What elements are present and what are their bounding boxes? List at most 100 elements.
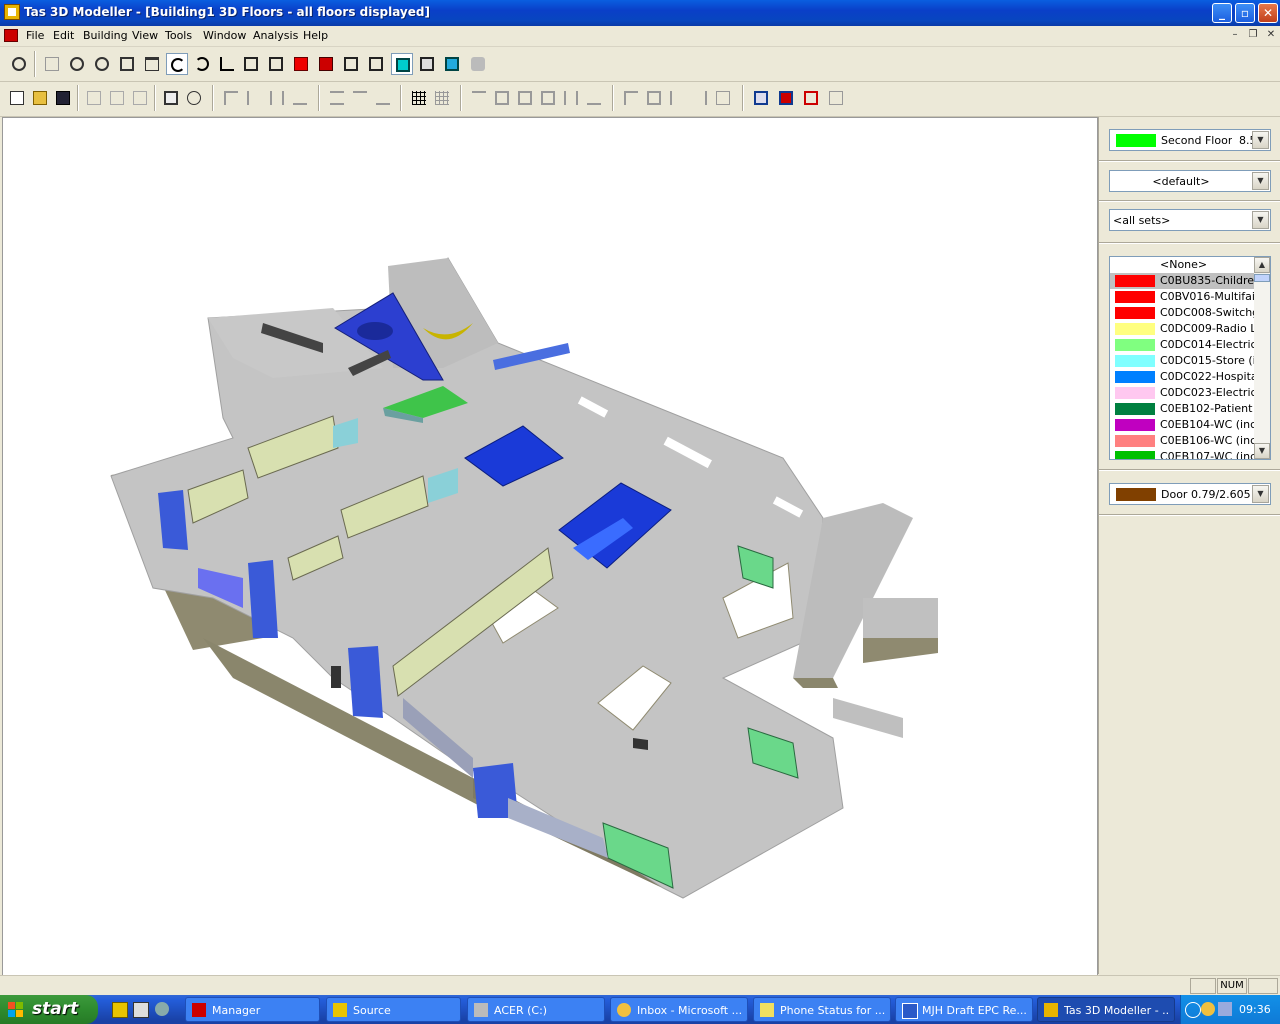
align-icon[interactable]: [326, 87, 348, 109]
menu-window[interactable]: Window: [203, 29, 246, 42]
box-outline-icon[interactable]: [265, 53, 287, 75]
rotate-icon[interactable]: [166, 53, 188, 75]
chevron-left-icon[interactable]: [1185, 1002, 1201, 1018]
quicklaunch-desktop-icon[interactable]: [133, 1002, 149, 1018]
sets-combo[interactable]: <all sets> ▼: [1109, 209, 1271, 231]
box-view-icon[interactable]: [240, 53, 262, 75]
list-item[interactable]: C0DC015-Store (incl: [1110, 353, 1254, 369]
copy-icon[interactable]: [106, 87, 128, 109]
list-item[interactable]: C0BV016-Multifaith: [1110, 289, 1254, 305]
select-box-icon[interactable]: [643, 87, 665, 109]
snap-grid-icon[interactable]: [431, 87, 453, 109]
quicklaunch-gear-icon[interactable]: [155, 1002, 169, 1016]
building-element-icon[interactable]: [775, 87, 797, 109]
list-item[interactable]: C0DC014-Electrical: [1110, 337, 1254, 353]
render-icon[interactable]: [467, 53, 489, 75]
list-item[interactable]: C0DC022-Hospital: [1110, 369, 1254, 385]
mdi-close-button[interactable]: ✕: [1264, 29, 1278, 42]
list-item[interactable]: C0EB104-WC (incl.: [1110, 417, 1254, 433]
open-folder-icon[interactable]: [29, 87, 51, 109]
print-icon[interactable]: [160, 87, 182, 109]
zoom-out-icon[interactable]: [91, 53, 113, 75]
menu-building[interactable]: Building: [83, 29, 128, 42]
delete-element-icon[interactable]: [800, 87, 822, 109]
select-zone-icon[interactable]: [620, 87, 642, 109]
chevron-down-icon[interactable]: ▼: [1252, 172, 1269, 190]
list-item[interactable]: C0EB106-WC (incl.: [1110, 433, 1254, 449]
select-mirror-icon[interactable]: [689, 87, 711, 109]
list-item[interactable]: C0EB107-WC (incl.: [1110, 449, 1254, 459]
list-item[interactable]: C0DC008-Switchgear: [1110, 305, 1254, 321]
paste-icon[interactable]: [129, 87, 151, 109]
select-arrow-icon[interactable]: [666, 87, 688, 109]
3d-viewport[interactable]: [2, 117, 1098, 976]
offset-icon[interactable]: [372, 87, 394, 109]
title-bar[interactable]: Tas 3D Modeller - [Building1 3D Floors -…: [0, 0, 1280, 26]
maximize-button[interactable]: ▫: [1235, 3, 1255, 23]
dwg-import-icon[interactable]: [825, 87, 847, 109]
default-combo[interactable]: <default> ▼: [1109, 170, 1271, 192]
pan-icon[interactable]: [141, 53, 163, 75]
draw-line-icon[interactable]: [243, 87, 265, 109]
grey-box-icon[interactable]: [416, 53, 438, 75]
scroll-thumb[interactable]: [1254, 274, 1270, 282]
save-icon[interactable]: [52, 87, 74, 109]
span-icon[interactable]: [560, 87, 582, 109]
zone-list[interactable]: <None> C0BU835-Children's C0BV016-Multif…: [1109, 256, 1271, 460]
cyan-box-icon[interactable]: [441, 53, 463, 75]
task-tas-3d-modeller[interactable]: Tas 3D Modeller - ...: [1037, 997, 1175, 1022]
zoom-in-icon[interactable]: [66, 53, 88, 75]
select-all-icon[interactable]: [712, 87, 734, 109]
window-view-icon[interactable]: [750, 87, 772, 109]
measure-icon[interactable]: [289, 87, 311, 109]
task-inbox[interactable]: Inbox - Microsoft ...: [610, 997, 748, 1022]
hidden-line-icon[interactable]: [365, 53, 387, 75]
horizontal-icon[interactable]: [468, 87, 490, 109]
grid-icon[interactable]: [408, 87, 430, 109]
cut-icon[interactable]: [83, 87, 105, 109]
list-item[interactable]: C0DC023-Electric Sw: [1110, 385, 1254, 401]
quicklaunch-folder-icon[interactable]: [112, 1002, 128, 1018]
task-word-document[interactable]: MJH Draft EPC Re...: [895, 997, 1033, 1022]
task-manager[interactable]: Manager: [185, 997, 320, 1022]
chevron-down-icon[interactable]: ▼: [1252, 131, 1269, 149]
list-item[interactable]: C0EB102-Patient R: [1110, 401, 1254, 417]
distribute-icon[interactable]: [349, 87, 371, 109]
frame-alt-icon[interactable]: [514, 87, 536, 109]
list-item[interactable]: C0DC009-Radio Lock: [1110, 321, 1254, 337]
list-item[interactable]: C0BU835-Children's: [1110, 273, 1254, 289]
walk-icon[interactable]: [216, 53, 238, 75]
floor-combo[interactable]: Second Floor 8.5 ▼: [1109, 129, 1271, 151]
building-3d-model[interactable]: [3, 118, 1097, 975]
start-button[interactable]: start: [0, 995, 98, 1024]
mdi-restore-button[interactable]: ❐: [1246, 29, 1260, 42]
frame-icon[interactable]: [491, 87, 513, 109]
mdi-minimize-button[interactable]: –: [1228, 29, 1242, 42]
cyan-shaded-icon[interactable]: [391, 53, 413, 75]
red-solid-icon[interactable]: [290, 53, 312, 75]
task-phone-status[interactable]: Phone Status for ...: [753, 997, 891, 1022]
scroll-down-icon[interactable]: ▼: [1254, 443, 1270, 459]
menu-analysis[interactable]: Analysis: [253, 29, 298, 42]
help-icon[interactable]: [183, 87, 205, 109]
task-acer-drive[interactable]: ACER (C:): [467, 997, 605, 1022]
tray-network-icon[interactable]: [1218, 1002, 1232, 1016]
task-source[interactable]: Source: [326, 997, 461, 1022]
tray-messenger-icon[interactable]: [1201, 1002, 1215, 1016]
minimize-button[interactable]: _: [1212, 3, 1232, 23]
document-icon[interactable]: [4, 29, 18, 42]
menu-view[interactable]: View: [132, 29, 158, 42]
list-scrollbar[interactable]: ▲ ▼: [1254, 257, 1270, 459]
app-icon[interactable]: [4, 4, 20, 20]
scroll-up-icon[interactable]: ▲: [1254, 257, 1270, 273]
draw-zone-icon[interactable]: [220, 87, 242, 109]
slash-icon[interactable]: [583, 87, 605, 109]
fit-view-icon[interactable]: [116, 53, 138, 75]
list-item[interactable]: <None>: [1110, 257, 1254, 273]
chevron-down-icon[interactable]: ▼: [1252, 485, 1269, 503]
chevron-down-icon[interactable]: ▼: [1252, 211, 1269, 229]
frame-check-icon[interactable]: [537, 87, 559, 109]
menu-edit[interactable]: Edit: [53, 29, 74, 42]
close-button[interactable]: ✕: [1258, 3, 1278, 23]
zoom-window-icon[interactable]: [8, 53, 30, 75]
